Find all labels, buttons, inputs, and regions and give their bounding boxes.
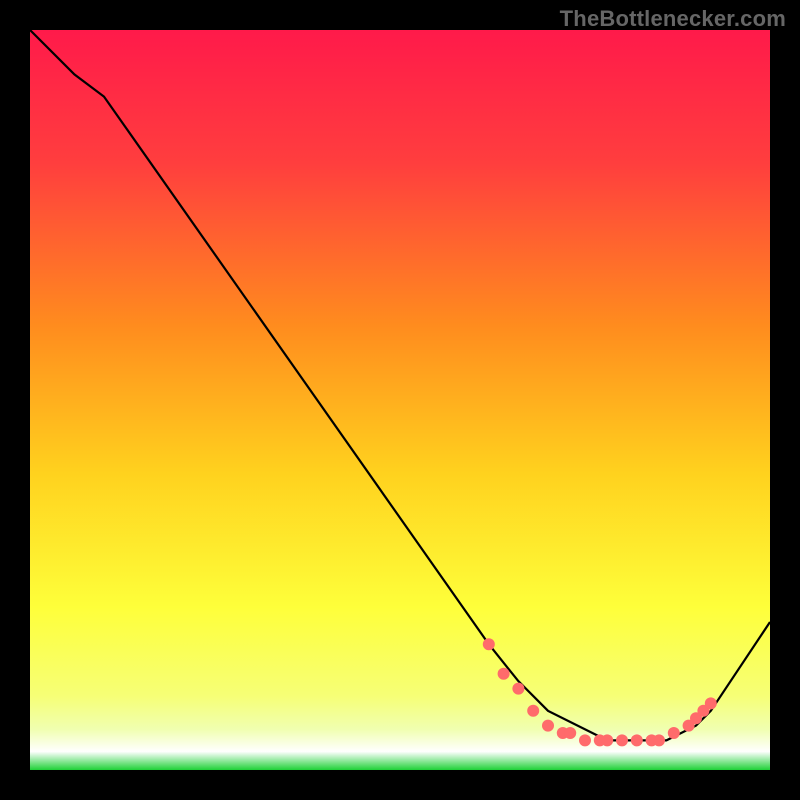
curve-marker xyxy=(483,638,495,650)
curve-marker xyxy=(705,697,717,709)
curve-marker xyxy=(512,683,524,695)
gradient-background xyxy=(30,30,770,770)
curve-marker xyxy=(564,727,576,739)
curve-marker xyxy=(527,705,539,717)
curve-marker xyxy=(616,734,628,746)
curve-marker xyxy=(653,734,665,746)
curve-marker xyxy=(601,734,613,746)
curve-marker xyxy=(498,668,510,680)
curve-marker xyxy=(542,720,554,732)
curve-marker xyxy=(631,734,643,746)
plot-area xyxy=(30,30,770,770)
curve-marker xyxy=(579,734,591,746)
chart-svg xyxy=(30,30,770,770)
curve-marker xyxy=(668,727,680,739)
attribution-label: TheBottlenecker.com xyxy=(560,6,786,32)
chart-frame: TheBottlenecker.com xyxy=(0,0,800,800)
